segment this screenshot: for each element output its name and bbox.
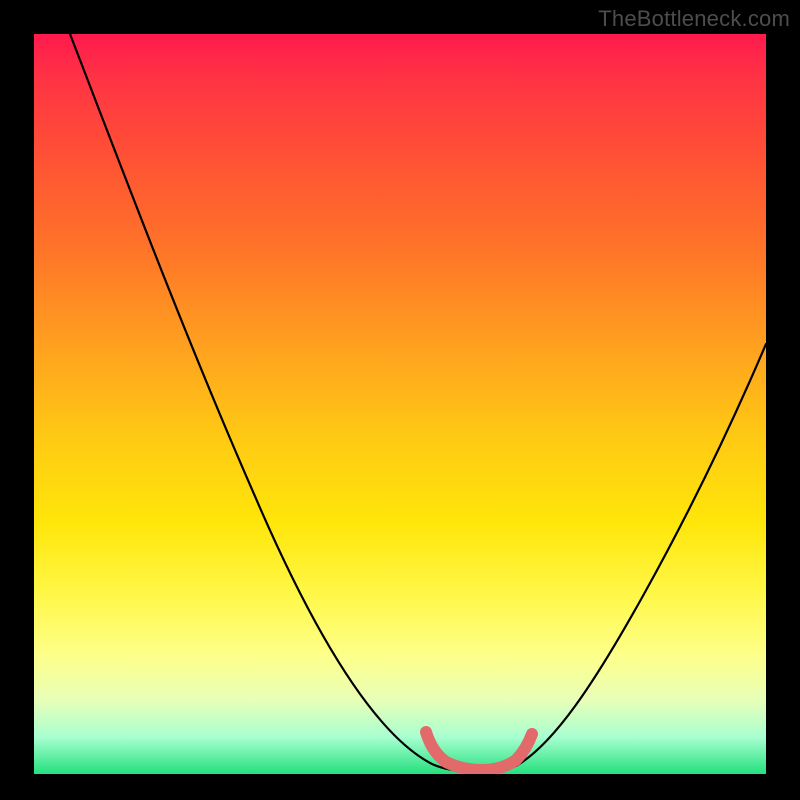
watermark-text: TheBottleneck.com — [598, 6, 790, 32]
optimal-band-marker — [426, 732, 532, 770]
curve-svg — [34, 34, 766, 774]
chart-frame: TheBottleneck.com — [0, 0, 800, 800]
bottleneck-curve-line — [70, 34, 766, 772]
plot-area — [34, 34, 766, 774]
